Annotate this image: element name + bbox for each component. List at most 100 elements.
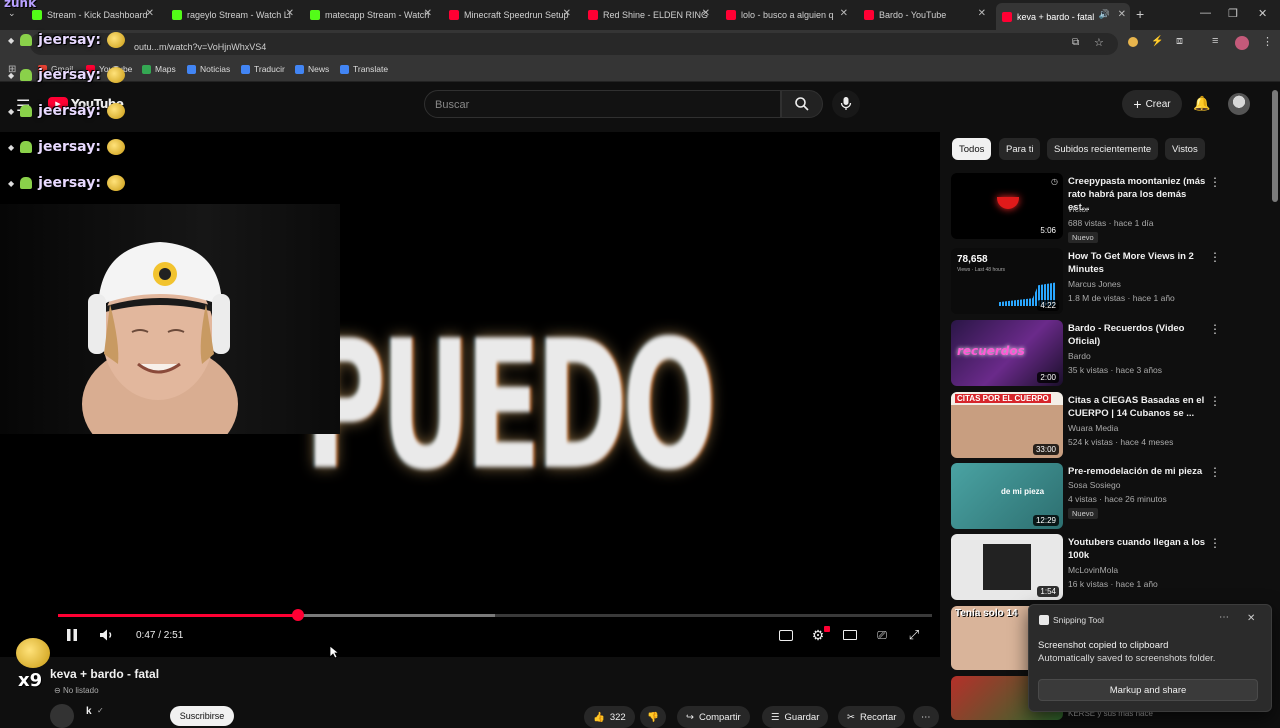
cast-button[interactable]: ⎚ [873, 626, 891, 644]
browser-menu-icon[interactable]: ⋮ [1262, 35, 1273, 48]
video-thumbnail[interactable]: 1:54 [951, 534, 1063, 600]
kebab-menu-icon[interactable]: ⋮ [1209, 394, 1221, 408]
video-thumbnail[interactable]: CITAS POR EL CUERPO 33:00 [951, 392, 1063, 458]
video-thumbnail[interactable]: ◷ 5:06 [951, 173, 1063, 239]
new-tab-icon[interactable]: + [1136, 6, 1144, 22]
channel-avatar[interactable] [50, 704, 74, 728]
dislike-button[interactable]: 👎 [640, 706, 666, 728]
bookmark-maps[interactable]: Maps [142, 64, 176, 74]
search-input[interactable]: Buscar [424, 90, 781, 118]
kebab-menu-icon[interactable]: ⋮ [1209, 322, 1221, 336]
more-actions-button[interactable]: ⋯ [913, 706, 939, 728]
tab-label: Minecraft Speedrun Setup [464, 10, 569, 20]
clip-button[interactable]: ✂ Recortar [838, 706, 906, 728]
bookmark-noticias[interactable]: Noticias [187, 64, 230, 74]
video-title[interactable]: Pre-remodelación de mi pieza [1068, 465, 1208, 478]
channel-name[interactable]: Marcus Jones [1068, 279, 1121, 289]
subtitles-button[interactable] [777, 626, 795, 644]
close-notification-icon[interactable]: ✕ [1247, 613, 1255, 624]
close-tab-icon[interactable]: ✕ [978, 8, 986, 19]
browser-tab-matecapp[interactable]: matecapp Stream - Watch ✕ [304, 4, 436, 26]
bookmark-traducir[interactable]: Traducir [241, 64, 285, 74]
video-duration: 1:54 [1037, 586, 1059, 597]
chip-todos[interactable]: Todos [952, 138, 992, 160]
chip-subidos-recientemente[interactable]: Subidos recientemente [1047, 138, 1159, 160]
browser-tab-lolo[interactable]: lolo - busco a alguien q ✕ [720, 4, 852, 26]
minimize-icon[interactable]: — [1200, 7, 1211, 19]
chat-username: jeersay: [38, 67, 101, 83]
notifications-bell-icon[interactable]: 🔔 [1193, 95, 1210, 112]
channel-name[interactable]: k [86, 706, 92, 717]
kebab-menu-icon[interactable]: ⋮ [1209, 250, 1221, 264]
video-player[interactable]: PUEDO 0:47 / 2:51 ⚙ ⎚ ⤢ [0, 132, 940, 657]
browser-tab-red-shine[interactable]: Red Shine - ELDEN RING ✕ [582, 4, 714, 26]
bookmark-news[interactable]: News [295, 64, 329, 74]
progress-scrubber-handle[interactable] [292, 609, 305, 621]
settings-button[interactable]: ⚙ [809, 626, 830, 644]
notification-body: Automatically saved to screenshots folde… [1038, 653, 1216, 664]
video-thumbnail[interactable]: 78,658 Views · Last 48 hours 4:22 [951, 248, 1063, 314]
browser-tab-rageylo[interactable]: rageylo Stream - Watch Li ✕ [166, 4, 298, 26]
account-avatar[interactable] [1228, 93, 1250, 115]
video-thumbnail[interactable]: de mi pieza 12:29 [951, 463, 1063, 529]
close-window-icon[interactable]: ✕ [1258, 7, 1267, 20]
bookmark-star-icon[interactable]: ☆ [1094, 36, 1104, 49]
chip-vistos[interactable]: Vistos [1165, 138, 1205, 160]
close-tab-icon[interactable]: ✕ [840, 8, 848, 19]
subscribe-button[interactable]: Suscribirse [170, 706, 234, 726]
extension-icon[interactable] [1128, 37, 1138, 47]
fullscreen-button[interactable]: ⤢ [905, 626, 923, 644]
close-tab-icon[interactable]: ✕ [1118, 9, 1126, 20]
create-button[interactable]: + Crear [1122, 90, 1182, 118]
more-options-icon[interactable]: ⋯ [1219, 612, 1229, 623]
close-tab-icon[interactable]: ✕ [563, 8, 571, 19]
video-title[interactable]: Bardo - Recuerdos (Video Oficial) [1068, 322, 1208, 348]
kebab-menu-icon[interactable]: ⋮ [1209, 175, 1221, 189]
visibility-status: ⊖ No listado [54, 686, 99, 695]
pin-icon: ◆ [8, 35, 15, 45]
markup-and-share-button[interactable]: Markup and share [1038, 679, 1258, 701]
bookmark-translate[interactable]: Translate [340, 64, 388, 74]
search-button[interactable] [781, 90, 823, 118]
kebab-menu-icon[interactable]: ⋮ [1209, 465, 1221, 479]
browser-tab-active[interactable]: keva + bardo - fatal 🔊 ✕ [996, 3, 1130, 30]
close-tab-icon[interactable]: ✕ [702, 8, 710, 19]
puzzle-extensions-icon[interactable]: ⧈ [1176, 35, 1183, 48]
reading-list-icon[interactable]: ≡ [1212, 35, 1218, 47]
channel-name[interactable]: víctor [1068, 204, 1089, 214]
close-tab-icon[interactable]: ✕ [286, 8, 294, 19]
close-tab-icon[interactable]: ✕ [424, 8, 432, 19]
tab-label: lolo - busco a alguien q [741, 10, 834, 20]
close-tab-icon[interactable]: ✕ [146, 8, 154, 19]
channel-name[interactable]: Sosa Sosiego [1068, 480, 1120, 490]
browser-tab-kick-dashboard[interactable]: Stream - Kick Dashboard ✕ [26, 4, 158, 26]
theater-mode-button[interactable] [841, 626, 859, 644]
channel-name[interactable]: Bardo [1068, 351, 1091, 361]
chip-para-ti[interactable]: Para ti [999, 138, 1041, 160]
video-thumbnail[interactable]: recuerdos 2:00 [951, 320, 1063, 386]
kebab-menu-icon[interactable]: ⋮ [1209, 536, 1221, 550]
like-button[interactable]: 👍 322 [584, 706, 635, 728]
video-title[interactable]: Creepypasta moontaniez (más rato habrá p… [1068, 175, 1208, 214]
volume-icon [100, 629, 112, 641]
channel-name[interactable]: Wuara Media [1068, 423, 1118, 433]
pause-button[interactable] [63, 626, 81, 644]
speaker-icon[interactable]: 🔊 [1099, 9, 1110, 20]
page-scrollbar[interactable] [1272, 90, 1278, 202]
url-field[interactable]: outu...m/watch?v=VoHjnWhxVS4 ⧉ ☆ [30, 33, 1118, 55]
save-button[interactable]: ☰ Guardar [762, 706, 829, 728]
progress-bar[interactable] [58, 609, 932, 621]
channel-name[interactable]: McLovinMola [1068, 565, 1118, 575]
install-app-icon[interactable]: ⧉ [1072, 37, 1079, 48]
video-title[interactable]: How To Get More Views in 2 Minutes [1068, 250, 1208, 276]
volume-button[interactable] [98, 626, 116, 644]
profile-avatar[interactable] [1235, 36, 1249, 50]
browser-tab-bardo[interactable]: Bardo - YouTube ✕ [858, 4, 990, 26]
video-title[interactable]: Youtubers cuando llegan a los 100k [1068, 536, 1208, 562]
share-button[interactable]: ↪ Compartir [677, 706, 750, 728]
extension-icon[interactable]: ⚡ [1151, 36, 1163, 47]
browser-tab-minecraft[interactable]: Minecraft Speedrun Setup ✕ [443, 4, 575, 26]
voice-search-button[interactable] [832, 90, 860, 118]
video-title[interactable]: Citas a CIEGAS Basadas en el CUERPO | 14… [1068, 394, 1208, 420]
maximize-icon[interactable]: ❐ [1228, 7, 1238, 20]
